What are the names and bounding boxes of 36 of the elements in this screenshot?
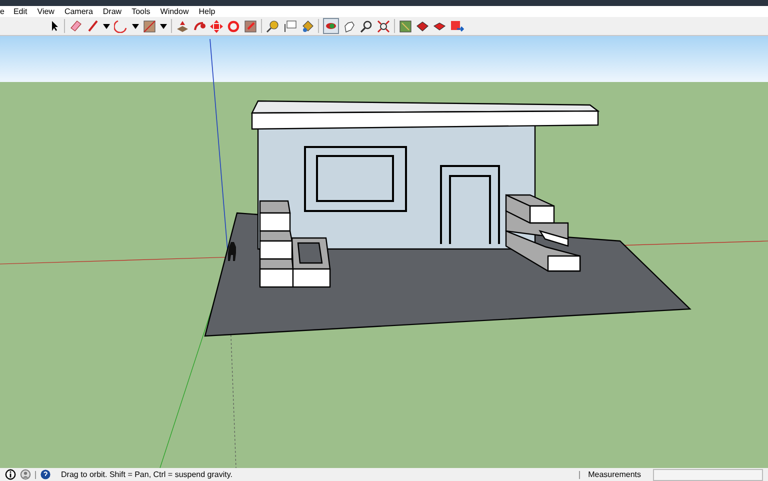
pencil-icon[interactable] — [87, 19, 99, 33]
push-pull-icon[interactable] — [176, 20, 189, 32]
menu-item[interactable]: Window — [155, 6, 194, 16]
map-icon[interactable] — [399, 20, 412, 32]
measurements-field[interactable] — [653, 468, 763, 480]
menu-item[interactable]: View — [32, 6, 60, 16]
user-icon[interactable] — [20, 469, 31, 480]
eraser-icon[interactable] — [69, 19, 83, 33]
caret-icon[interactable] — [103, 24, 110, 28]
status-hint: Drag to orbit. Shift = Pan, Ctrl = suspend gravity. — [61, 470, 232, 480]
scale-icon[interactable] — [244, 20, 257, 32]
caret-icon[interactable] — [160, 24, 167, 28]
arc-icon[interactable] — [114, 19, 128, 33]
paint-bucket-icon[interactable] — [301, 20, 314, 32]
rectangle-icon[interactable] — [143, 20, 156, 32]
menu-item[interactable]: Draw — [98, 6, 127, 16]
menu-item[interactable]: Tools — [126, 6, 156, 16]
follow-me-icon[interactable] — [193, 20, 206, 32]
menu-item[interactable]: Help — [194, 6, 220, 16]
caret-icon[interactable] — [132, 24, 139, 28]
menu-item[interactable]: Camera — [59, 6, 98, 16]
menu-item[interactable]: Edit — [8, 6, 32, 16]
measurements-label: Measurements — [588, 470, 641, 480]
text-label-icon[interactable] — [283, 20, 297, 32]
move-arrows-icon[interactable] — [210, 20, 223, 32]
info-icon[interactable] — [5, 469, 16, 480]
extension-icon[interactable] — [450, 20, 464, 32]
help-icon[interactable] — [40, 469, 51, 480]
zoom-icon[interactable] — [360, 20, 373, 32]
menu-item[interactable]: e — [0, 6, 8, 16]
orbit-icon[interactable] — [323, 18, 339, 34]
tape-measure-icon[interactable] — [266, 20, 279, 32]
select-arrow-icon[interactable] — [50, 20, 60, 32]
rotate-icon[interactable] — [227, 20, 240, 32]
person-figure — [228, 242, 236, 261]
zoom-extents-icon[interactable] — [377, 20, 390, 32]
